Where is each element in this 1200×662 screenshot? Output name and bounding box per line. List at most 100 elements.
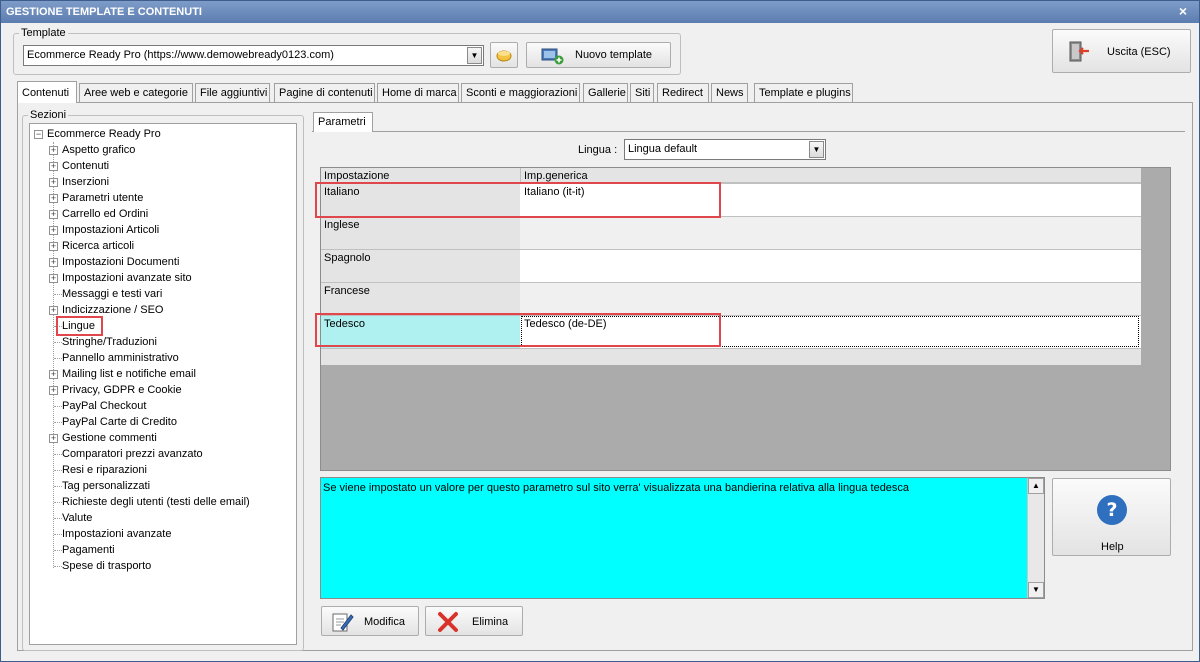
expand-icon[interactable]: + xyxy=(49,386,58,395)
tree-line xyxy=(54,518,62,519)
expand-icon[interactable]: + xyxy=(49,210,58,219)
tree-line xyxy=(54,454,62,455)
delete-button[interactable]: Elimina xyxy=(425,606,523,636)
tree-item[interactable]: Privacy, GDPR e Cookie xyxy=(62,382,182,398)
folder-icon xyxy=(496,50,512,62)
tree-item[interactable]: Tag personalizzati xyxy=(62,478,150,494)
tree-item[interactable]: Impostazioni Documenti xyxy=(62,254,179,270)
delete-label: Elimina xyxy=(472,616,509,628)
sections-tree[interactable]: − Ecommerce Ready Pro + Aspetto grafico + C… xyxy=(29,123,297,645)
lingua-select-value: Lingua default xyxy=(628,143,698,155)
description-text: Se viene impostato un valore per questo … xyxy=(323,482,910,494)
expand-icon[interactable]: + xyxy=(49,178,58,187)
tab-template-plugins[interactable]: Template e plugins xyxy=(754,83,853,103)
grid-header xyxy=(321,168,1141,183)
expand-icon[interactable]: + xyxy=(49,146,58,155)
help-button[interactable]: ? Help xyxy=(1052,478,1171,556)
tree-item[interactable]: Impostazioni avanzate sito xyxy=(62,270,192,286)
tree-item[interactable]: Valute xyxy=(62,510,92,526)
tree-item[interactable]: Richieste degli utenti (testi delle emai… xyxy=(62,494,250,510)
tree-line xyxy=(54,486,62,487)
expand-icon[interactable]: + xyxy=(49,162,58,171)
tab-redirect[interactable]: Redirect xyxy=(657,83,709,103)
expand-icon[interactable]: + xyxy=(49,370,58,379)
row-value xyxy=(521,284,527,286)
exit-label: Uscita (ESC) xyxy=(1107,46,1171,58)
tab-aree-web[interactable]: Aree web e categorie xyxy=(79,83,193,103)
expand-icon[interactable]: + xyxy=(49,194,58,203)
lingua-select[interactable]: Lingua default ▼ xyxy=(624,139,826,160)
tree-item[interactable]: Impostazioni Articoli xyxy=(62,222,159,238)
tree-root[interactable]: Ecommerce Ready Pro xyxy=(47,126,161,142)
tree-line xyxy=(54,422,62,423)
row-setting-label: Spagnolo xyxy=(324,252,371,264)
tree-line xyxy=(54,358,62,359)
tree-line xyxy=(53,142,54,568)
scroll-up-icon[interactable]: ▲ xyxy=(1028,478,1044,494)
tab-pagine-contenuti[interactable]: Pagine di contenuti xyxy=(274,83,375,103)
tree-item[interactable]: Carrello ed Ordini xyxy=(62,206,148,222)
tree-item[interactable]: Impostazioni avanzate xyxy=(62,526,171,542)
template-select[interactable]: Ecommerce Ready Pro (https://www.demoweb… xyxy=(23,45,484,66)
scrollbar[interactable]: ▲ ▼ xyxy=(1027,478,1044,598)
tree-item[interactable]: PayPal Checkout xyxy=(62,398,146,414)
question-icon: ? xyxy=(1097,495,1127,525)
modify-button[interactable]: Modifica xyxy=(321,606,419,636)
open-template-button[interactable] xyxy=(490,42,518,68)
scroll-down-icon[interactable]: ▼ xyxy=(1028,582,1044,598)
tree-item[interactable]: Aspetto grafico xyxy=(62,142,135,158)
row-value xyxy=(521,218,527,220)
tree-item[interactable]: Contenuti xyxy=(62,158,109,174)
tab-home-marca[interactable]: Home di marca xyxy=(377,83,459,103)
expand-icon[interactable]: + xyxy=(49,258,58,267)
sections-group-label: Sezioni xyxy=(28,109,69,121)
exit-door-icon xyxy=(1069,41,1089,62)
tree-line xyxy=(54,550,62,551)
tree-line xyxy=(54,406,62,407)
tree-item[interactable]: Gestione commenti xyxy=(62,430,157,446)
tab-contenuti[interactable]: Contenuti xyxy=(17,81,77,103)
tree-item[interactable]: Messaggi e testi vari xyxy=(62,286,162,302)
highlight-tedesco xyxy=(315,313,721,347)
tab-file-aggiuntivi[interactable]: File aggiuntivi xyxy=(195,83,270,103)
tree-item[interactable]: Inserzioni xyxy=(62,174,109,190)
tree-item[interactable]: Stringhe/Traduzioni xyxy=(62,334,157,350)
delete-icon xyxy=(438,612,458,632)
tree-item[interactable]: Ricerca articoli xyxy=(62,238,134,254)
tree-item[interactable]: Resi e riparazioni xyxy=(62,462,147,478)
template-select-value: Ecommerce Ready Pro (https://www.demoweb… xyxy=(27,49,334,61)
monitor-add-icon xyxy=(541,48,564,65)
title-bar: GESTIONE TEMPLATE E CONTENUTI × xyxy=(1,1,1199,23)
tree-item[interactable]: Pannello amministrativo xyxy=(62,350,179,366)
close-icon[interactable]: × xyxy=(1175,1,1191,23)
exit-button[interactable]: Uscita (ESC) xyxy=(1052,29,1191,73)
tree-item[interactable]: Parametri utente xyxy=(62,190,143,206)
expand-icon[interactable]: + xyxy=(49,306,58,315)
description-box[interactable]: Se viene impostato un valore per questo … xyxy=(320,477,1045,599)
tab-gallerie[interactable]: Gallerie xyxy=(583,83,628,103)
collapse-icon[interactable]: − xyxy=(34,130,43,139)
tab-sconti[interactable]: Sconti e maggiorazioni xyxy=(461,83,580,103)
chevron-down-icon[interactable]: ▼ xyxy=(809,141,824,158)
expand-icon[interactable]: + xyxy=(49,434,58,443)
row-setting-label: Inglese xyxy=(324,219,360,231)
new-template-button[interactable]: Nuovo template xyxy=(526,42,671,68)
expand-icon[interactable]: + xyxy=(49,242,58,251)
tree-line xyxy=(54,294,62,295)
tree-item[interactable]: Comparatori prezzi avanzato xyxy=(62,446,203,462)
tab-siti[interactable]: Siti xyxy=(630,83,654,103)
tree-item[interactable]: Pagamenti xyxy=(62,542,115,558)
lingua-label: Lingua : xyxy=(578,144,618,156)
modify-label: Modifica xyxy=(364,616,405,628)
tab-parametri[interactable]: Parametri xyxy=(313,112,373,132)
row-setting-label: Francese xyxy=(324,285,370,297)
expand-icon[interactable]: + xyxy=(49,274,58,283)
expand-icon[interactable]: + xyxy=(49,226,58,235)
tab-news[interactable]: News xyxy=(711,83,748,103)
template-group-label: Template xyxy=(19,27,68,39)
svg-text:?: ? xyxy=(1106,499,1117,521)
chevron-down-icon[interactable]: ▼ xyxy=(467,47,482,64)
tree-item[interactable]: Mailing list e notifiche email xyxy=(62,366,196,382)
tree-item[interactable]: Spese di trasporto xyxy=(62,558,151,574)
tree-item[interactable]: PayPal Carte di Credito xyxy=(62,414,177,430)
